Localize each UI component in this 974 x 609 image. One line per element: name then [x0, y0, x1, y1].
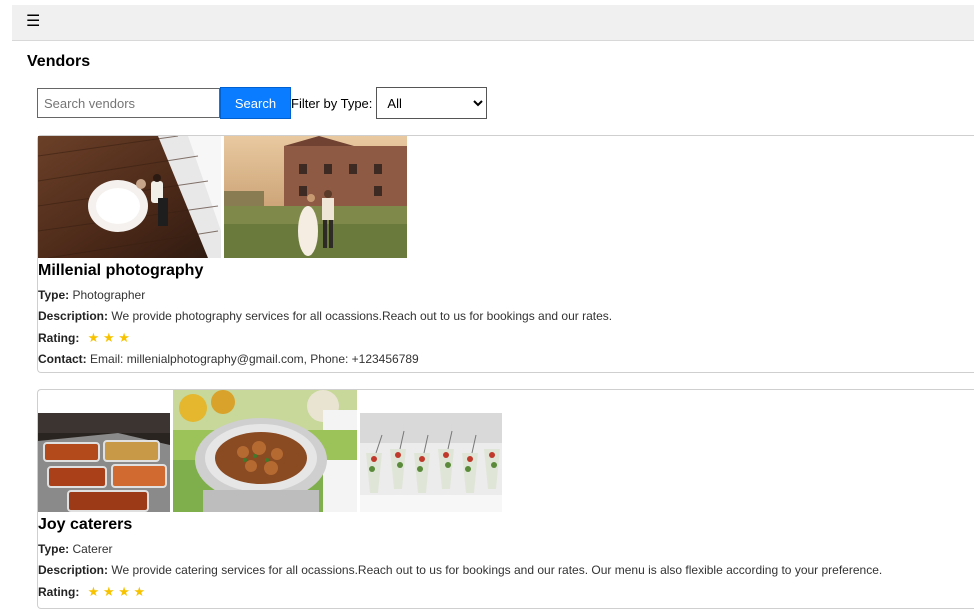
search-button[interactable]: Search	[220, 87, 291, 119]
vendor-photo	[38, 413, 170, 512]
vendor-photo	[224, 136, 407, 258]
vendor-name: Millenial photography	[38, 262, 204, 279]
contact-value: Email: millenialphotography@gmail.com, P…	[90, 352, 419, 366]
star-icon: ★ ★ ★	[87, 330, 130, 345]
vendor-type: Type: Photographer	[38, 288, 145, 302]
vendor-contact: Contact: Email: millenialphotography@gma…	[38, 352, 419, 366]
vendor-description: Description: We provide catering service…	[38, 563, 882, 577]
vendor-type: Type: Caterer	[38, 542, 112, 556]
search-input[interactable]	[37, 88, 220, 118]
vendor-rating: Rating: ★ ★ ★	[38, 330, 130, 346]
vendor-photo	[360, 413, 502, 512]
contact-label: Contact:	[38, 352, 87, 366]
vendor-card: Millenial photography Type: Photographer…	[37, 135, 974, 373]
rating-label: Rating:	[38, 585, 80, 599]
type-filter-select[interactable]: All	[376, 87, 488, 119]
type-value: Caterer	[72, 542, 113, 556]
description-value: We provide catering services for all oca…	[111, 563, 883, 577]
description-value: We provide photography services for all …	[111, 309, 613, 323]
type-label: Type:	[38, 288, 70, 302]
vendor-description: Description: We provide photography serv…	[38, 309, 612, 323]
description-label: Description:	[38, 563, 109, 577]
search-bar: Search Filter by Type: All	[37, 87, 488, 119]
hamburger-icon[interactable]: ☰	[26, 13, 40, 31]
top-bar: ☰	[12, 5, 974, 41]
vendor-name: Joy caterers	[38, 516, 133, 533]
type-label: Type:	[38, 542, 70, 556]
page-title: Vendors	[27, 53, 91, 70]
filter-label: Filter by Type:	[291, 95, 373, 111]
type-value: Photographer	[72, 288, 146, 302]
rating-label: Rating:	[38, 331, 80, 345]
vendor-photo	[38, 136, 221, 258]
star-icon: ★ ★ ★ ★	[87, 584, 146, 599]
vendor-photo	[173, 390, 357, 512]
description-label: Description:	[38, 309, 109, 323]
vendor-card: Joy caterers Type: Caterer Description: …	[37, 389, 974, 609]
